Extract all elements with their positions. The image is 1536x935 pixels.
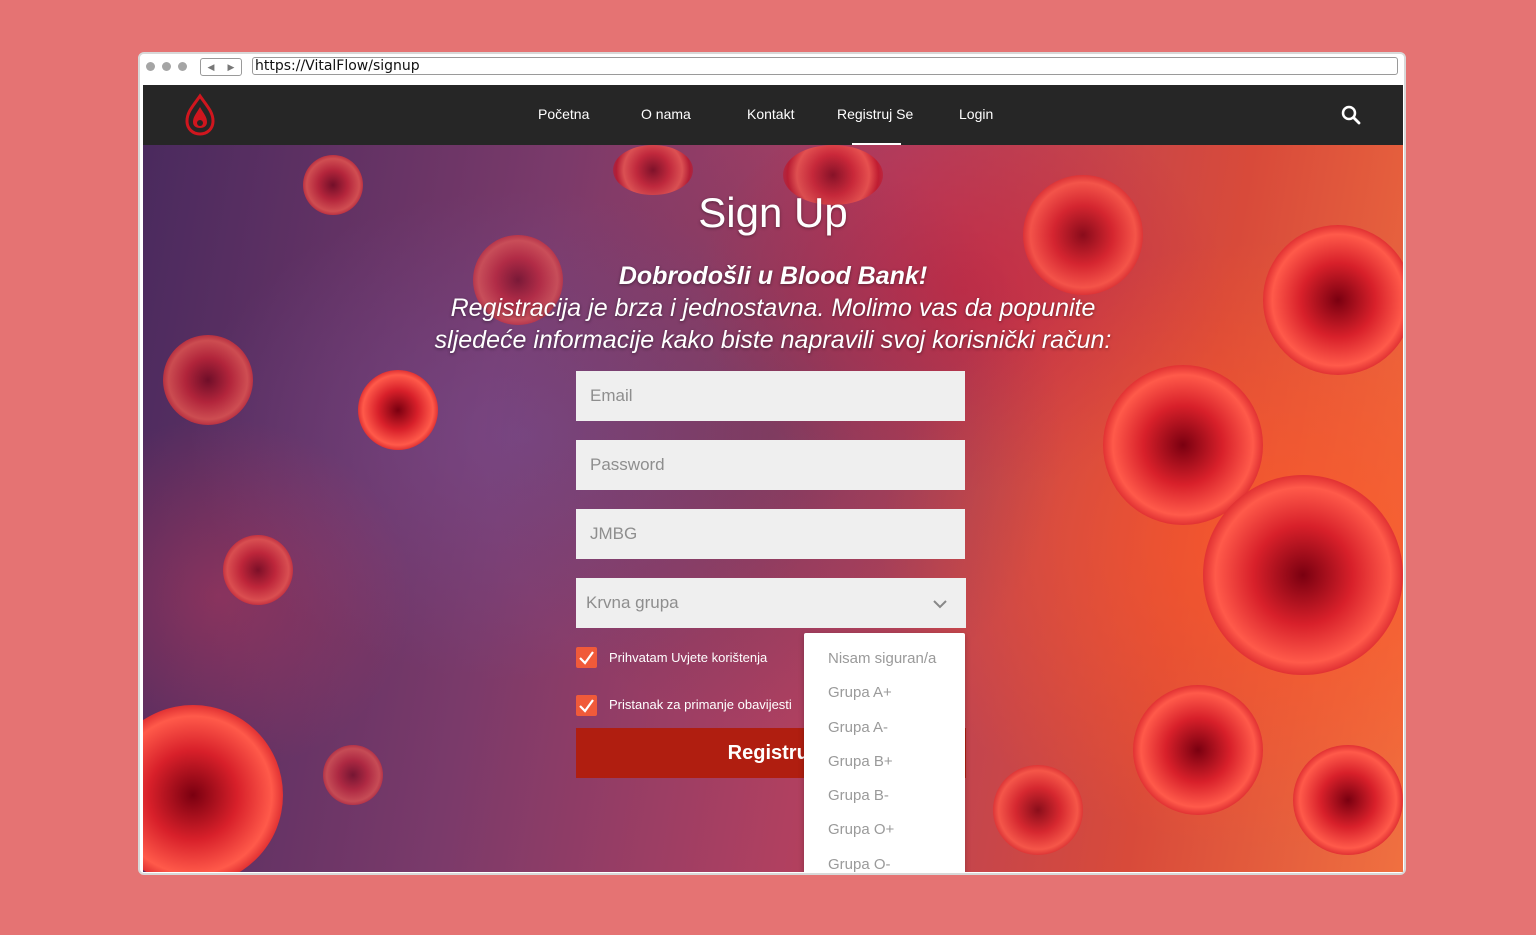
notifications-label: Pristanak za primanje obavijesti	[609, 697, 792, 712]
welcome-line-2: Registracija je brza i jednostavna. Moli…	[450, 294, 1096, 322]
dropdown-option[interactable]: Grupa A-	[828, 719, 888, 736]
page-title: Sign Up	[698, 189, 848, 236]
blood-cell-decoration	[223, 535, 293, 605]
address-bar[interactable]: https://VitalFlow/signup	[252, 57, 1398, 75]
jmbg-field[interactable]: JMBG	[576, 509, 965, 559]
blood-cell-decoration	[1263, 225, 1403, 375]
active-nav-indicator	[852, 143, 901, 145]
chevron-down-icon	[933, 600, 947, 609]
checkmark-icon	[579, 651, 594, 665]
welcome-line-3: sljedeće informacije kako biste napravil…	[434, 326, 1112, 354]
browser-window: ◀ ▶ https://VitalFlow/signup Početna O n…	[138, 52, 1406, 875]
dropdown-option[interactable]: Nisam siguran/a	[828, 650, 936, 667]
back-arrow-icon[interactable]: ◀	[208, 62, 215, 73]
nav-o-nama[interactable]: O nama	[641, 85, 691, 145]
dropdown-option[interactable]: Grupa B+	[828, 753, 893, 770]
page-viewport: Početna O nama Kontakt Registruj Se Logi…	[143, 85, 1403, 872]
email-field[interactable]: Email	[576, 371, 965, 421]
blood-group-select[interactable]: Krvna grupa	[576, 578, 966, 628]
checkmark-icon	[579, 699, 594, 713]
blood-group-dropdown: Nisam siguran/a Grupa A+ Grupa A- Grupa …	[804, 633, 965, 872]
terms-checkbox[interactable]	[576, 647, 597, 668]
password-field[interactable]: Password	[576, 440, 965, 490]
hero-background: Sign Up Dobrodošli u Blood Bank! Registr…	[143, 145, 1403, 872]
dropdown-option[interactable]: Grupa B-	[828, 787, 889, 804]
blood-cell-decoration	[1133, 685, 1263, 815]
top-navbar: Početna O nama Kontakt Registruj Se Logi…	[143, 85, 1403, 145]
dropdown-option[interactable]: Grupa O+	[828, 821, 894, 838]
blood-cell-decoration	[1293, 745, 1403, 855]
blood-drop-logo-icon[interactable]	[183, 93, 217, 137]
nav-registruj-se[interactable]: Registruj Se	[837, 85, 913, 145]
browser-toolbar: ◀ ▶ https://VitalFlow/signup	[140, 54, 1404, 84]
nav-pocetna[interactable]: Početna	[538, 85, 589, 145]
nav-login[interactable]: Login	[959, 85, 993, 145]
nav-kontakt[interactable]: Kontakt	[747, 85, 794, 145]
window-maximize-dot[interactable]	[178, 62, 187, 71]
welcome-text: Dobrodošli u Blood Bank! Registracija je…	[393, 260, 1153, 356]
window-close-dot[interactable]	[146, 62, 155, 71]
forward-arrow-icon[interactable]: ▶	[228, 62, 235, 73]
blood-cell-decoration	[143, 705, 283, 872]
history-nav: ◀ ▶	[200, 58, 242, 76]
blood-group-select-value: Krvna grupa	[586, 593, 679, 612]
blood-cell-decoration	[358, 370, 438, 450]
terms-label: Prihvatam Uvjete korištenja	[609, 650, 768, 665]
blood-cell-decoration	[163, 335, 253, 425]
dropdown-option[interactable]: Grupa O-	[828, 856, 891, 872]
dropdown-option[interactable]: Grupa A+	[828, 684, 892, 701]
welcome-heading: Dobrodošli u Blood Bank!	[618, 262, 928, 290]
notifications-checkbox[interactable]	[576, 695, 597, 716]
blood-cell-decoration	[1203, 475, 1403, 675]
window-minimize-dot[interactable]	[162, 62, 171, 71]
search-icon[interactable]	[1341, 105, 1361, 125]
blood-cell-decoration	[323, 745, 383, 805]
